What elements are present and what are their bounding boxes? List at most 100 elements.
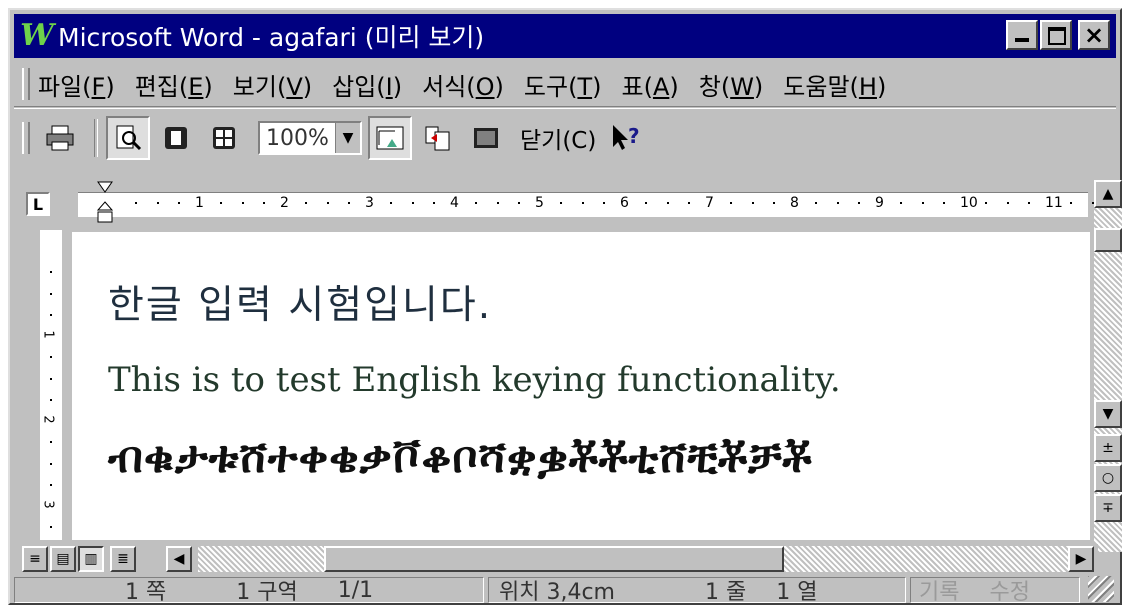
vertical-scrollbar[interactable]: ▲ ▼ ± ○ ∓	[1094, 180, 1122, 552]
magnifier-icon[interactable]	[106, 116, 150, 160]
scroll-down-icon[interactable]: ▼	[1094, 400, 1122, 428]
ruler-tick	[857, 202, 860, 204]
menu-help[interactable]: 도움말(H)	[783, 67, 886, 102]
normal-view-icon[interactable]: ≡	[22, 546, 48, 572]
ruler-tick	[772, 202, 775, 204]
menu-grip-handle[interactable]	[22, 68, 30, 100]
ruler-number: 5	[535, 195, 544, 211]
resize-grip-icon[interactable]	[1088, 576, 1114, 602]
minimize-button[interactable]	[1006, 20, 1038, 50]
status-line: 1 줄	[705, 580, 747, 605]
ruler-tick	[985, 202, 988, 204]
korean-text-line[interactable]: 한글 입력 시험입니다.	[108, 274, 492, 330]
ruler-number: 7	[705, 195, 714, 211]
vertical-ruler[interactable]: 1 2 3	[40, 230, 62, 540]
menu-view[interactable]: 보기(V)	[233, 67, 312, 102]
page-layout-icon[interactable]: ▥	[78, 546, 104, 572]
menu-table[interactable]: 표(A)	[621, 67, 678, 102]
maximize-button[interactable]	[1040, 20, 1072, 50]
vertical-scroll-thumb[interactable]	[1094, 228, 1122, 252]
ruler-tick	[602, 202, 605, 204]
horizontal-ruler[interactable]: 1 2 3 4 5 6 7 8 9 10 11	[78, 192, 1115, 217]
select-browse-object-icon[interactable]: ○	[1094, 464, 1122, 492]
status-page-pane: 1 쪽 1 구역 1/1	[14, 577, 484, 605]
one-page-icon[interactable]	[154, 116, 198, 160]
status-position-pane: 위치 3,4cm 1 줄 1 열	[488, 577, 906, 605]
ruler-number: 2	[280, 195, 289, 211]
ruler-tick	[432, 202, 435, 204]
vertical-ruler-tick	[50, 441, 52, 444]
vertical-ruler-tick	[50, 356, 52, 359]
vertical-ruler-tick	[50, 483, 52, 486]
ruler-number: 10	[960, 195, 978, 211]
ruler-number: 4	[450, 195, 459, 211]
word-app-icon[interactable]: W	[20, 19, 54, 53]
vertical-ruler-tick	[50, 526, 52, 529]
ruler-tick	[241, 202, 244, 204]
scroll-up-icon[interactable]: ▲	[1094, 180, 1122, 208]
ruler-tick	[411, 202, 414, 204]
vertical-ruler-tick	[50, 313, 52, 316]
horizontal-scroll-row: ≡ ▤ ▥ ≣ ◀ ▶	[22, 544, 1098, 574]
toolbar-grip-handle[interactable]	[22, 122, 30, 154]
title-bar[interactable]: W Microsoft Word - agafari (미리 보기) ×	[14, 14, 1116, 58]
indent-marker-icon[interactable]	[96, 180, 114, 224]
menu-file[interactable]: 파일(F)	[38, 67, 115, 102]
menu-format[interactable]: 서식(O)	[422, 67, 504, 102]
ruler-tick	[751, 202, 754, 204]
view-ruler-icon[interactable]	[368, 116, 412, 160]
status-mode-pane: 기록 수정	[910, 574, 1080, 606]
ruler-tick	[921, 202, 924, 204]
multiple-pages-icon[interactable]	[202, 116, 246, 160]
status-track-indicator[interactable]: 수정	[989, 574, 1029, 606]
ruler-tick	[730, 202, 733, 204]
ruler-tick	[815, 202, 818, 204]
outline-view-icon[interactable]: ≣	[110, 546, 136, 572]
chevron-down-icon[interactable]: ▼	[335, 123, 360, 153]
ruler-number: 11	[1045, 195, 1063, 211]
document-page[interactable]: 한글 입력 시험입니다. This is to test English key…	[72, 232, 1090, 540]
next-page-icon[interactable]: ∓	[1094, 494, 1122, 522]
menu-tools[interactable]: 도구(T)	[524, 67, 602, 102]
menu-window[interactable]: 창(W)	[699, 67, 764, 102]
online-layout-icon[interactable]: ▤	[50, 546, 76, 572]
ruler-tick	[326, 202, 329, 204]
close-button[interactable]: ×	[1078, 20, 1110, 50]
zoom-value: 100%	[266, 125, 329, 151]
tab-selector-button[interactable]: L	[26, 192, 50, 216]
english-text-line[interactable]: This is to test English keying functiona…	[108, 360, 841, 400]
ruler-number: 3	[365, 195, 374, 211]
horizontal-scroll-track[interactable]	[198, 546, 1068, 572]
vertical-ruler-tick	[50, 462, 52, 465]
menu-insert[interactable]: 삽입(I)	[332, 67, 402, 102]
ruler-tick	[390, 202, 393, 204]
ruler-tick	[942, 202, 945, 204]
previous-page-icon[interactable]: ±	[1094, 434, 1122, 462]
word-window: W Microsoft Word - agafari (미리 보기) × 파일(…	[8, 8, 1122, 605]
ruler-tick	[1070, 202, 1073, 204]
ruler-tick	[645, 202, 648, 204]
menu-edit[interactable]: 편집(E)	[135, 67, 213, 102]
svg-text:?: ?	[628, 124, 640, 148]
vertical-ruler-number: 1	[40, 330, 56, 339]
status-section: 1 구역	[236, 580, 298, 605]
print-icon[interactable]	[38, 116, 82, 160]
scroll-right-icon[interactable]: ▶	[1068, 546, 1094, 572]
ruler-tick	[262, 202, 265, 204]
shrink-to-fit-icon[interactable]	[416, 116, 460, 160]
ruler-tick	[220, 202, 223, 204]
ruler-tick	[687, 202, 690, 204]
horizontal-scroll-thumb[interactable]	[324, 546, 784, 572]
close-preview-button[interactable]: 닫기(C)	[512, 121, 604, 155]
full-screen-icon[interactable]	[464, 116, 508, 160]
ruler-tick	[305, 202, 308, 204]
ruler-tick	[347, 202, 350, 204]
context-help-icon[interactable]: ?	[604, 116, 648, 160]
ruler-tick	[666, 202, 669, 204]
ruler-number: 6	[620, 195, 629, 211]
vertical-ruler-area: 1 2 3	[28, 230, 68, 540]
ethiopic-text-line[interactable]: ብቁታቱሸተቀቄቃቮቆቦሻቋቌቾቾቲሸቺቾቻቾ	[108, 432, 812, 483]
zoom-select[interactable]: 100% ▼	[258, 121, 362, 155]
status-record-indicator[interactable]: 기록	[919, 574, 959, 606]
scroll-left-icon[interactable]: ◀	[166, 546, 192, 572]
